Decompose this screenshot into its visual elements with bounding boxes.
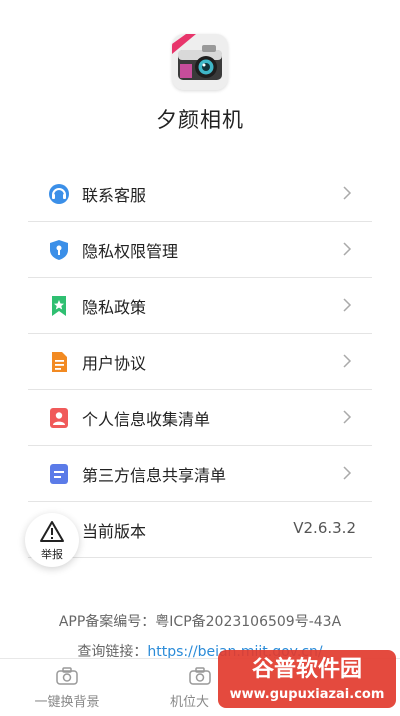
list-doc-icon — [48, 463, 70, 485]
menu-item-label: 第三方信息共享清单 — [82, 465, 227, 485]
report-label: 举报 — [41, 548, 63, 561]
camera-icon — [189, 667, 211, 689]
menu-item-label: 当前版本 — [82, 521, 147, 541]
menu-item-label: 隐私权限管理 — [82, 241, 179, 261]
camera-icon — [56, 667, 78, 689]
menu-item-privacy-policy[interactable]: 隐私政策 — [28, 278, 372, 334]
chevron-right-icon — [342, 409, 352, 429]
menu-item-user-agreement[interactable]: 用户协议 — [28, 334, 372, 390]
chevron-right-icon — [342, 185, 352, 205]
shield-key-icon — [48, 239, 70, 261]
icp-record: APP备案编号：粤ICP备2023106509号-43A — [58, 614, 342, 630]
menu-item-third-party-sharing[interactable]: 第三方信息共享清单 — [28, 446, 372, 502]
app-name: 夕颜相机 — [156, 108, 244, 132]
menu-item-label: 隐私政策 — [82, 297, 147, 317]
tab-label: 一键换背景 — [34, 695, 100, 710]
tab-change-background[interactable]: 一键换背景 — [20, 659, 114, 713]
document-icon — [48, 351, 70, 373]
person-card-icon — [48, 407, 70, 429]
menu-item-contact-support[interactable]: 联系客服 — [28, 166, 372, 222]
menu-item-privacy-permissions[interactable]: 隐私权限管理 — [28, 222, 372, 278]
menu-item-label: 个人信息收集清单 — [82, 409, 211, 429]
settings-menu: 联系客服 隐私权限管理 隐私政策 用户协议 个人信息收集清单 第三方信息共享清单… — [28, 166, 372, 558]
warning-icon — [39, 520, 65, 548]
chevron-right-icon — [342, 241, 352, 261]
version-value: V2.6.3.2 — [293, 519, 356, 537]
chevron-right-icon — [342, 353, 352, 373]
menu-item-personal-info-list[interactable]: 个人信息收集清单 — [28, 390, 372, 446]
svg-text:谷普软件园: 谷普软件园 — [252, 656, 362, 682]
menu-item-current-version: 当前版本 V2.6.3.2 — [28, 502, 372, 558]
app-logo — [172, 34, 228, 90]
menu-item-label: 用户协议 — [82, 353, 147, 373]
chevron-right-icon — [342, 297, 352, 317]
svg-text:www.gupuxiazai.com: www.gupuxiazai.com — [230, 687, 385, 702]
menu-item-label: 联系客服 — [82, 185, 147, 205]
headset-icon — [48, 183, 70, 205]
report-button[interactable]: 举报 — [25, 513, 79, 567]
watermark-logo: 谷普软件园 www.gupuxiazai.com — [212, 646, 400, 712]
bookmark-star-icon — [48, 295, 70, 317]
chevron-right-icon — [342, 465, 352, 485]
